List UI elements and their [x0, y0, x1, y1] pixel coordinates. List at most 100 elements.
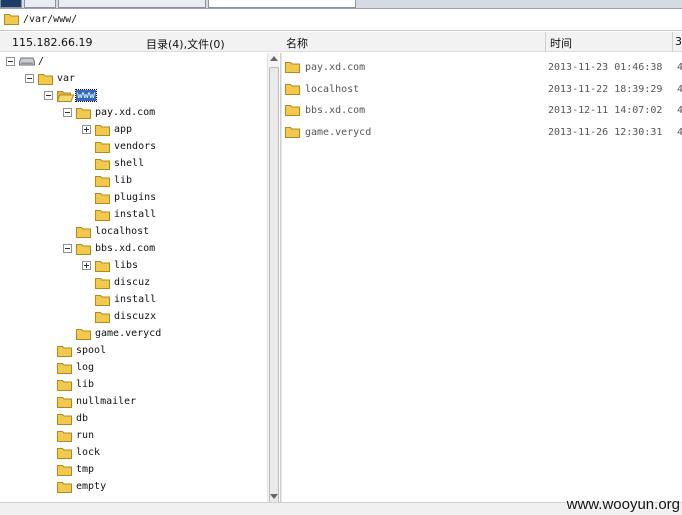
server-ip: 115.182.66.19 [12, 36, 93, 49]
tree-node[interactable]: discuz [0, 275, 267, 292]
file-name: bbs.xd.com [305, 105, 366, 116]
tree-node[interactable]: localhost [0, 224, 267, 241]
tree-node[interactable]: empty [0, 479, 267, 496]
tree-node-label[interactable]: lib [114, 175, 132, 186]
folder-icon [57, 362, 72, 374]
tree-node[interactable]: db [0, 411, 267, 428]
file-row[interactable]: game.verycd 2013-11-26 12:30:31 4 [282, 122, 682, 142]
tree-node-label[interactable]: localhost [95, 226, 149, 237]
tree-node[interactable]: lock [0, 445, 267, 462]
scroll-down-arrow-icon[interactable] [270, 494, 278, 499]
tree-node-label[interactable]: pay.xd.com [95, 107, 155, 118]
collapse-minus-icon[interactable] [25, 74, 34, 83]
folder-icon [57, 396, 72, 408]
tree-node-label[interactable]: plugins [114, 192, 156, 203]
tab-2[interactable] [24, 0, 56, 8]
column-separator[interactable] [672, 32, 673, 52]
tree-node[interactable]: install [0, 292, 267, 309]
tree-node-label[interactable]: www [74, 89, 98, 102]
directory-tree[interactable]: / var www pay.xd.com app vendors shell lib plugi… [0, 53, 267, 502]
tab-3[interactable] [58, 0, 206, 8]
tree-node[interactable]: libs [0, 258, 267, 275]
folder-icon [95, 124, 110, 136]
column-header-name[interactable]: 名称 [286, 35, 308, 51]
collapse-minus-icon[interactable] [6, 57, 15, 66]
file-row[interactable]: bbs.xd.com 2013-12-11 14:07:02 4 [282, 100, 682, 120]
tree-node-label[interactable]: / [38, 56, 44, 67]
column-header-extra[interactable]: 3 [675, 35, 682, 48]
tree-node-label[interactable]: discuz [114, 277, 150, 288]
tree-node[interactable]: / [0, 54, 267, 71]
tree-node-label[interactable]: lib [76, 379, 94, 390]
file-row[interactable]: localhost 2013-11-22 18:39:29 4 [282, 79, 682, 99]
tree-node[interactable]: game.verycd [0, 326, 267, 343]
tree-node-label[interactable]: discuzx [114, 311, 156, 322]
file-time: 2013-11-23 01:46:38 [548, 62, 663, 73]
file-time: 2013-11-22 18:39:29 [548, 83, 663, 95]
tab-1[interactable] [0, 0, 22, 8]
tree-node[interactable]: plugins [0, 190, 267, 207]
tree-node-label[interactable]: install [114, 209, 156, 220]
folder-icon [76, 107, 91, 119]
file-row[interactable]: pay.xd.com 2013-11-23 01:46:38 4 [282, 57, 682, 77]
folder-icon [4, 13, 19, 25]
tree-node[interactable]: tmp [0, 462, 267, 479]
tree-node-label[interactable]: install [114, 294, 156, 305]
tree-node-label[interactable]: tmp [76, 464, 94, 475]
tree-scrollbar[interactable] [267, 53, 279, 510]
tree-node-label[interactable]: var [57, 73, 75, 84]
tree-node[interactable]: app [0, 122, 267, 139]
tree-node[interactable]: install [0, 207, 267, 224]
path-bar[interactable]: /var/www/ [0, 9, 682, 31]
tree-node[interactable]: lib [0, 377, 267, 394]
tree-node-label[interactable]: empty [76, 481, 106, 492]
folder-icon [95, 158, 110, 170]
tree-node[interactable]: run [0, 428, 267, 445]
folder-icon [95, 141, 110, 153]
tree-node[interactable]: discuzx [0, 309, 267, 326]
tree-node-label[interactable]: libs [114, 260, 138, 271]
column-separator[interactable] [545, 32, 546, 52]
tree-node-label[interactable]: vendors [114, 141, 156, 152]
tree-node[interactable]: shell [0, 156, 267, 173]
expand-plus-icon[interactable] [82, 261, 91, 270]
folder-icon [95, 175, 110, 187]
file-list[interactable]: pay.xd.com 2013-11-23 01:46:38 4 localhost 2… [282, 53, 682, 502]
tree-node-label[interactable]: run [76, 430, 94, 441]
tree-node[interactable]: nullmailer [0, 394, 267, 411]
tree-node-label[interactable]: app [114, 124, 132, 135]
column-header-time[interactable]: 时间 [550, 35, 572, 51]
tree-node-label[interactable]: game.verycd [95, 328, 161, 339]
current-path[interactable]: /var/www/ [23, 14, 77, 25]
folder-icon [95, 311, 110, 323]
file-name: localhost [305, 83, 360, 95]
tree-node-label[interactable]: log [76, 362, 94, 373]
tree-node-label[interactable]: nullmailer [76, 396, 136, 407]
tree-node-label[interactable]: shell [114, 158, 144, 169]
tree-node[interactable]: log [0, 360, 267, 377]
folder-icon [95, 294, 110, 306]
tree-node[interactable]: spool [0, 343, 267, 360]
folder-icon [76, 328, 91, 340]
tab-active[interactable] [208, 0, 356, 8]
scroll-thumb[interactable] [269, 67, 279, 510]
header-row: 115.182.66.19 目录(4),文件(0) 名称 时间 3 [0, 32, 682, 52]
folder-icon [285, 83, 300, 95]
folder-icon [57, 379, 72, 391]
tree-node-label[interactable]: lock [76, 447, 100, 458]
tree-node-label[interactable]: spool [76, 345, 106, 356]
collapse-minus-icon[interactable] [63, 108, 72, 117]
tree-node[interactable]: bbs.xd.com [0, 241, 267, 258]
tab-strip [0, 0, 682, 9]
tree-node-label[interactable]: bbs.xd.com [95, 243, 155, 254]
expand-plus-icon[interactable] [82, 125, 91, 134]
tree-node[interactable]: pay.xd.com [0, 105, 267, 122]
tree-node-label[interactable]: db [76, 413, 88, 424]
scroll-up-arrow-icon[interactable] [270, 56, 278, 61]
collapse-minus-icon[interactable] [63, 244, 72, 253]
tree-node[interactable]: vendors [0, 139, 267, 156]
tree-node[interactable]: var [0, 71, 267, 88]
tree-node[interactable]: lib [0, 173, 267, 190]
collapse-minus-icon[interactable] [44, 91, 53, 100]
tree-node[interactable]: www [0, 88, 267, 105]
